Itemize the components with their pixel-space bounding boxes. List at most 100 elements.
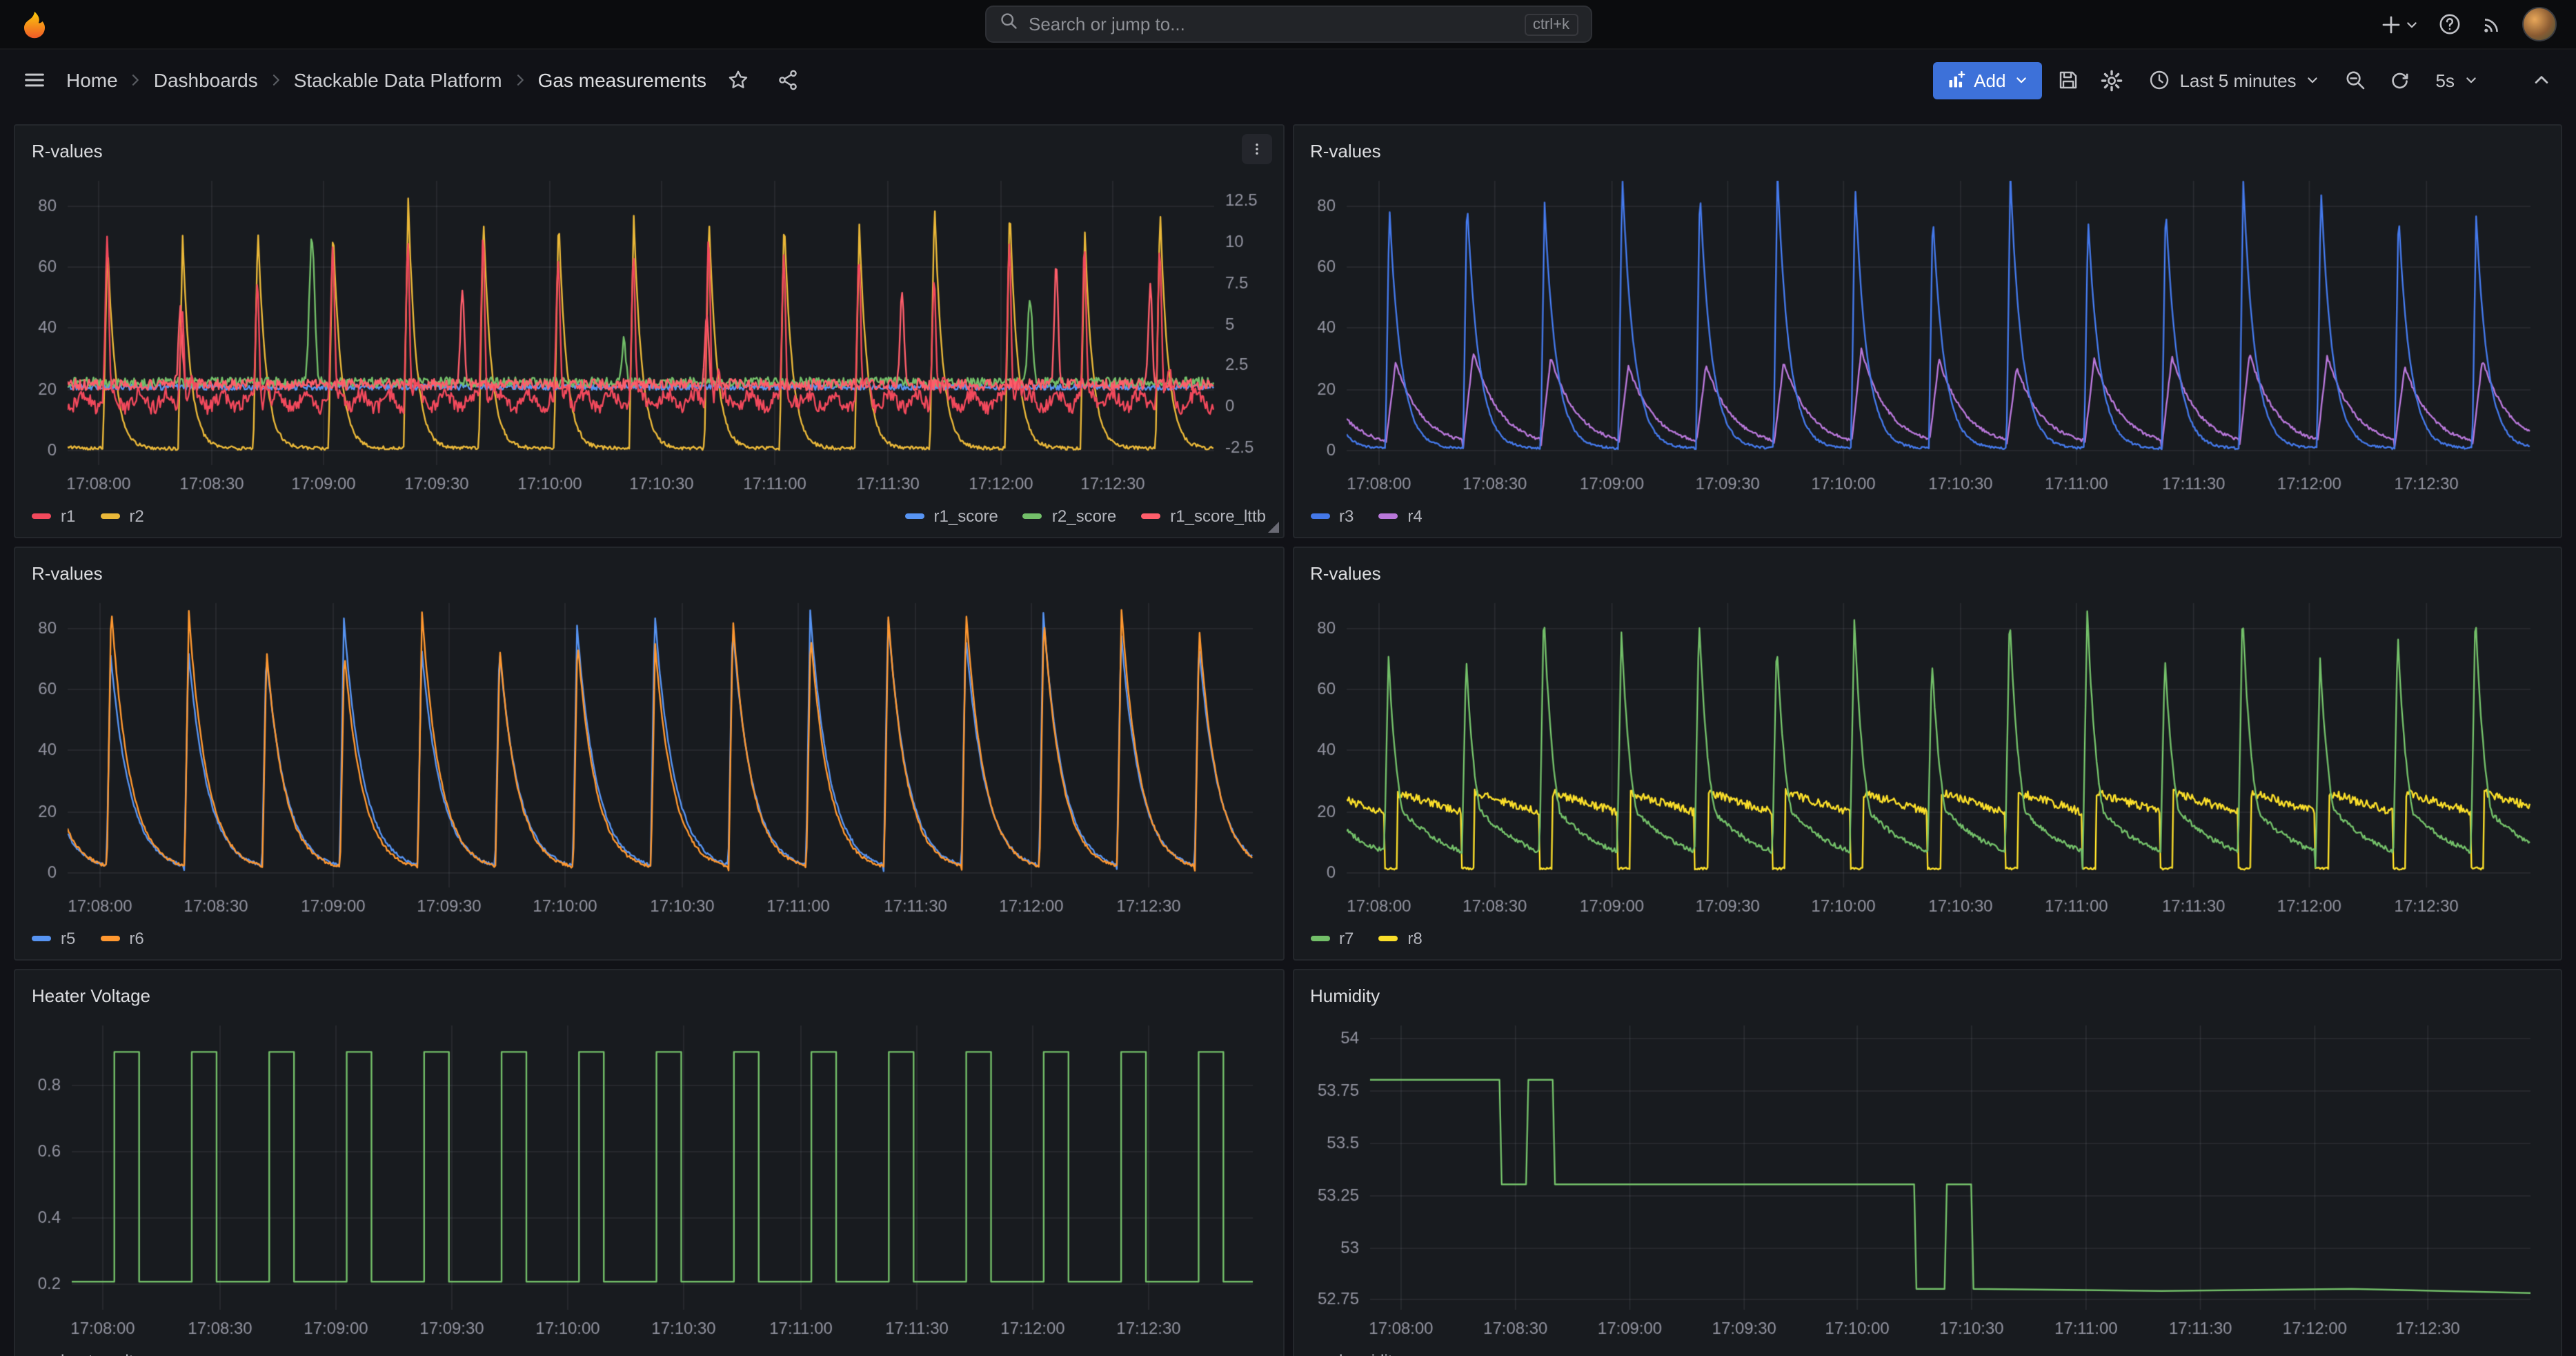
chart-area (1307, 589, 2547, 921)
time-range-label: Last 5 minutes (2179, 70, 2296, 90)
legend-label: r4 (1407, 507, 1422, 526)
chevron-down-icon (2306, 73, 2320, 87)
user-avatar[interactable] (2522, 7, 2557, 41)
panel-legend: heatervoltage (29, 1343, 1269, 1356)
legend-item[interactable]: r6 (100, 929, 143, 948)
time-series-canvas[interactable] (1307, 589, 2547, 921)
legend-swatch (1310, 936, 1329, 941)
dashboard-toolbar: Home Dashboards Stackable Data Platform Gas… (0, 50, 2576, 110)
panel-header: Heater Voltage (29, 979, 1269, 1012)
add-visualization-icon (1946, 70, 1965, 90)
legend-left-group: heatervoltage (32, 1351, 161, 1356)
legend-swatch (100, 936, 119, 941)
legend-right-group: r1_score r2_score r1_score_lttb (905, 507, 1267, 526)
panel-menu-button[interactable] (1241, 134, 1271, 164)
kebab-menu-icon (1249, 139, 1263, 159)
time-series-canvas[interactable] (29, 167, 1269, 498)
legend-item[interactable]: r4 (1378, 507, 1422, 526)
zoom-out-icon (2345, 69, 2367, 91)
legend-label: r8 (1407, 929, 1422, 948)
legend-swatch (1310, 513, 1329, 519)
new-menu-button[interactable] (2380, 13, 2419, 35)
time-series-canvas[interactable] (1307, 167, 2547, 498)
panel: Humidity humidity (1292, 969, 2562, 1356)
panel-header: R-values (1307, 134, 2547, 167)
panel: R-values r5 r6 (14, 547, 1284, 961)
time-series-canvas[interactable] (29, 589, 1269, 921)
hamburger-icon (22, 68, 47, 92)
legend-label: r1_score_lttb (1170, 507, 1266, 526)
breadcrumb-separator-icon (268, 72, 284, 88)
breadcrumb-separator-icon (128, 72, 144, 88)
legend-item[interactable]: r2 (100, 507, 143, 526)
refresh-interval-picker[interactable]: 5s (2426, 61, 2488, 99)
mega-menu-toggle-button[interactable] (17, 62, 52, 98)
panel-title[interactable]: R-values (1310, 140, 1381, 161)
search-input[interactable]: Search or jump to... ctrl+k (984, 6, 1592, 43)
breadcrumb-item[interactable]: Gas measurements (538, 69, 706, 91)
legend-item[interactable]: r5 (32, 929, 75, 948)
time-range-picker[interactable]: Last 5 minutes (2138, 61, 2329, 99)
add-button-label: Add (1974, 70, 2005, 90)
breadcrumb-item[interactable]: Dashboards (154, 69, 258, 91)
panel-title[interactable]: Heater Voltage (32, 985, 150, 1005)
legend-swatch (32, 513, 51, 519)
dashboard-settings-button[interactable] (2094, 62, 2130, 98)
grafana-logo-icon[interactable] (19, 9, 50, 39)
legend-swatch (1141, 513, 1160, 519)
panel-title[interactable]: R-values (32, 562, 103, 583)
panel-title[interactable]: R-values (32, 140, 103, 161)
legend-label: r1 (61, 507, 75, 526)
panel: Heater Voltage heatervoltage (14, 969, 1284, 1356)
dashboard-grid: R-values r1 r2 r1_score r2_score r1_score_l… (0, 110, 2576, 1356)
search-icon (998, 11, 1018, 37)
legend-label: r7 (1339, 929, 1354, 948)
legend-left-group: r3 r4 (1310, 507, 1423, 526)
legend-item[interactable]: heatervoltage (32, 1351, 161, 1356)
breadcrumb: Home Dashboards Stackable Data Platform Gas… (66, 69, 706, 91)
save-dashboard-button[interactable] (2050, 62, 2085, 98)
help-button[interactable] (2438, 12, 2461, 36)
legend-swatch (1378, 513, 1398, 519)
breadcrumb-item[interactable]: Stackable Data Platform (294, 69, 502, 91)
chevron-down-icon (2014, 73, 2028, 87)
chart-area (29, 589, 1269, 921)
time-series-canvas[interactable] (29, 1012, 1269, 1343)
breadcrumb-item[interactable]: Home (66, 69, 118, 91)
legend-left-group: humidity (1310, 1351, 1400, 1356)
chevron-down-icon (2405, 17, 2419, 31)
refresh-button[interactable] (2382, 62, 2418, 98)
legend-item[interactable]: r2_score (1023, 507, 1116, 526)
collapse-controls-button[interactable] (2524, 62, 2559, 98)
legend-left-group: r5 r6 (32, 929, 144, 948)
panel-legend: humidity (1307, 1343, 2547, 1356)
panel: R-values r1 r2 r1_score r2_score r1_score_l… (14, 124, 1284, 538)
legend-item[interactable]: r7 (1310, 929, 1354, 948)
legend-item[interactable]: r8 (1378, 929, 1422, 948)
panel-legend: r5 r6 (29, 921, 1269, 956)
legend-swatch (1023, 513, 1042, 519)
topbar-actions (2380, 7, 2557, 41)
star-icon (727, 69, 749, 91)
zoom-out-button[interactable] (2338, 62, 2374, 98)
panel-title[interactable]: R-values (1310, 562, 1381, 583)
panel: R-values r7 r8 (1292, 547, 2562, 961)
refresh-icon (2389, 69, 2411, 91)
legend-item[interactable]: r1 (32, 507, 75, 526)
refresh-interval-label: 5s (2436, 70, 2455, 90)
legend-item[interactable]: r1_score (905, 507, 998, 526)
add-panel-button[interactable]: Add (1932, 61, 2041, 99)
panel-title[interactable]: Humidity (1310, 985, 1380, 1005)
chevron-down-icon (2464, 73, 2478, 87)
legend-item[interactable]: r3 (1310, 507, 1354, 526)
favorite-star-button[interactable] (720, 62, 756, 98)
legend-item[interactable]: r1_score_lttb (1141, 507, 1266, 526)
panel-resize-handle[interactable] (1267, 522, 1278, 533)
panel-header: Humidity (1307, 979, 2547, 1012)
breadcrumb-separator-icon (512, 72, 528, 88)
search-placeholder: Search or jump to... (1029, 14, 1514, 35)
time-series-canvas[interactable] (1307, 1012, 2547, 1343)
legend-item[interactable]: humidity (1310, 1351, 1400, 1356)
share-dashboard-button[interactable] (770, 62, 806, 98)
news-button[interactable] (2481, 13, 2503, 35)
